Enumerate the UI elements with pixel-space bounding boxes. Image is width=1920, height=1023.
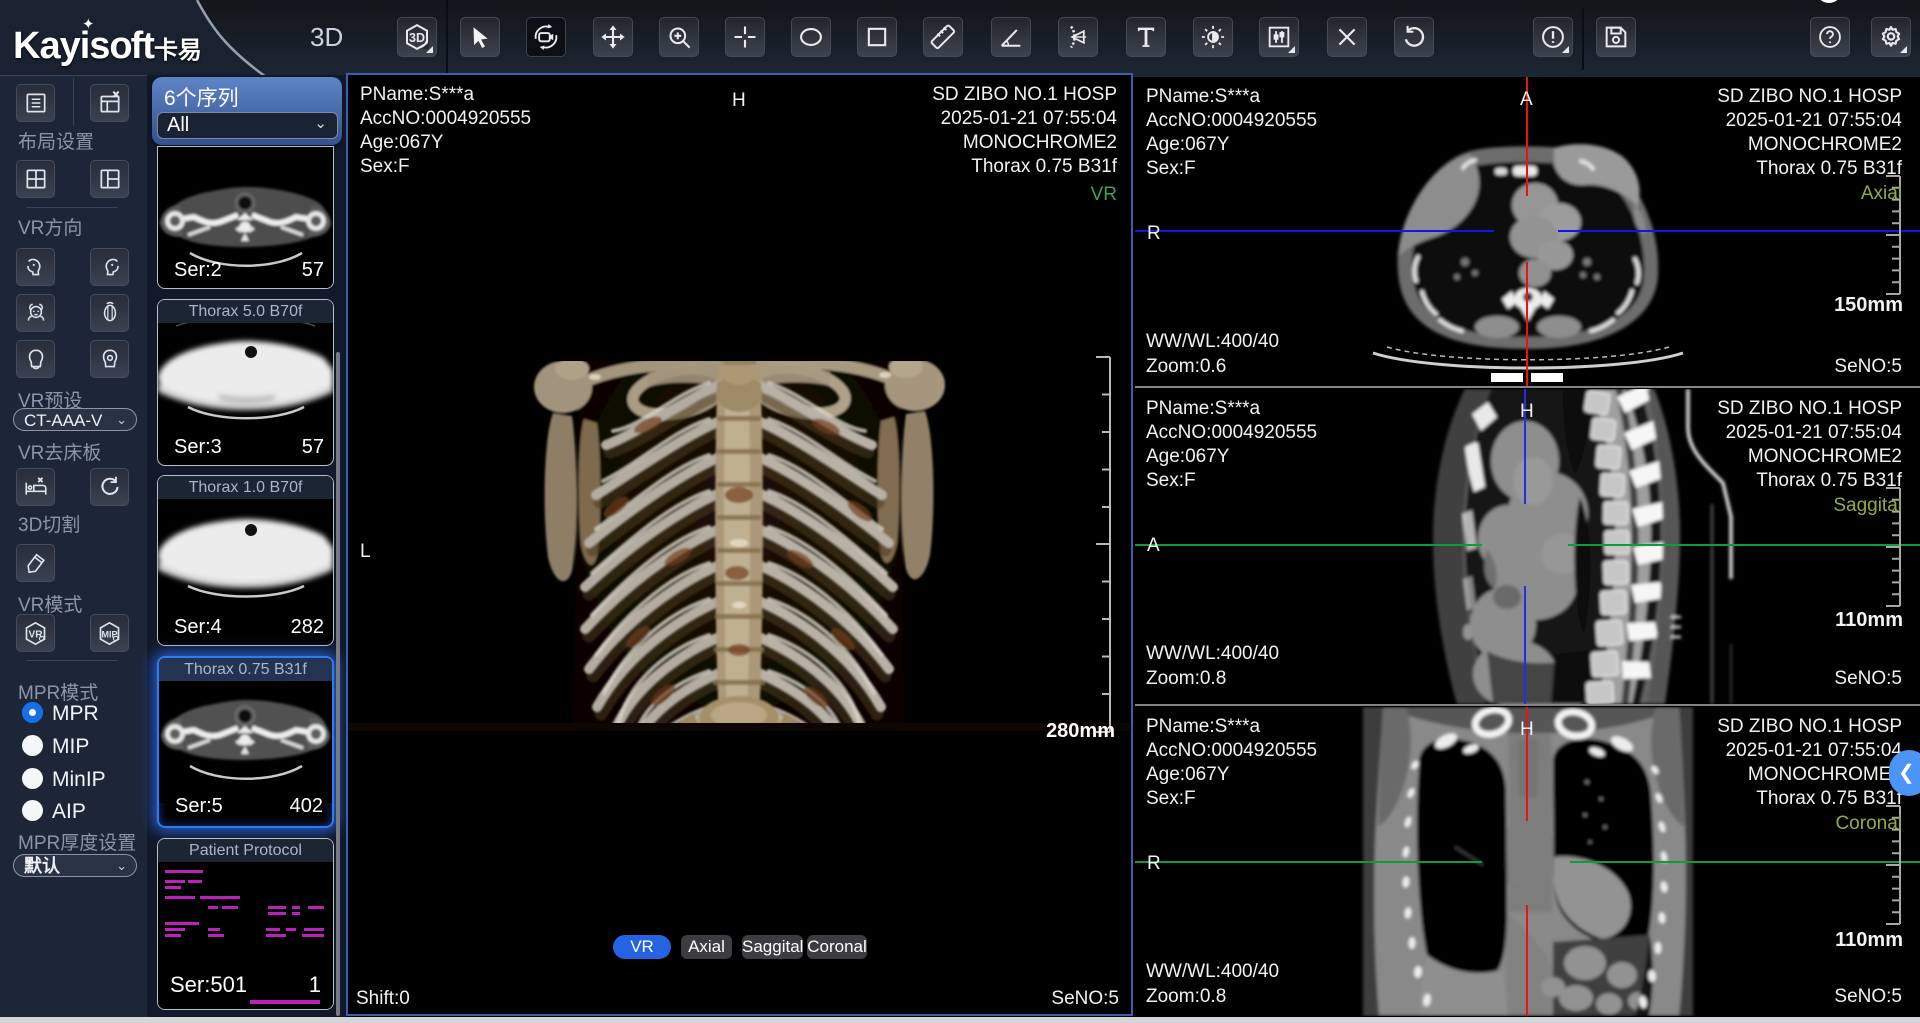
svg-text:VR: VR [28, 629, 43, 640]
svg-text:MIP: MIP [101, 629, 117, 639]
svg-text:3D: 3D [409, 31, 425, 45]
